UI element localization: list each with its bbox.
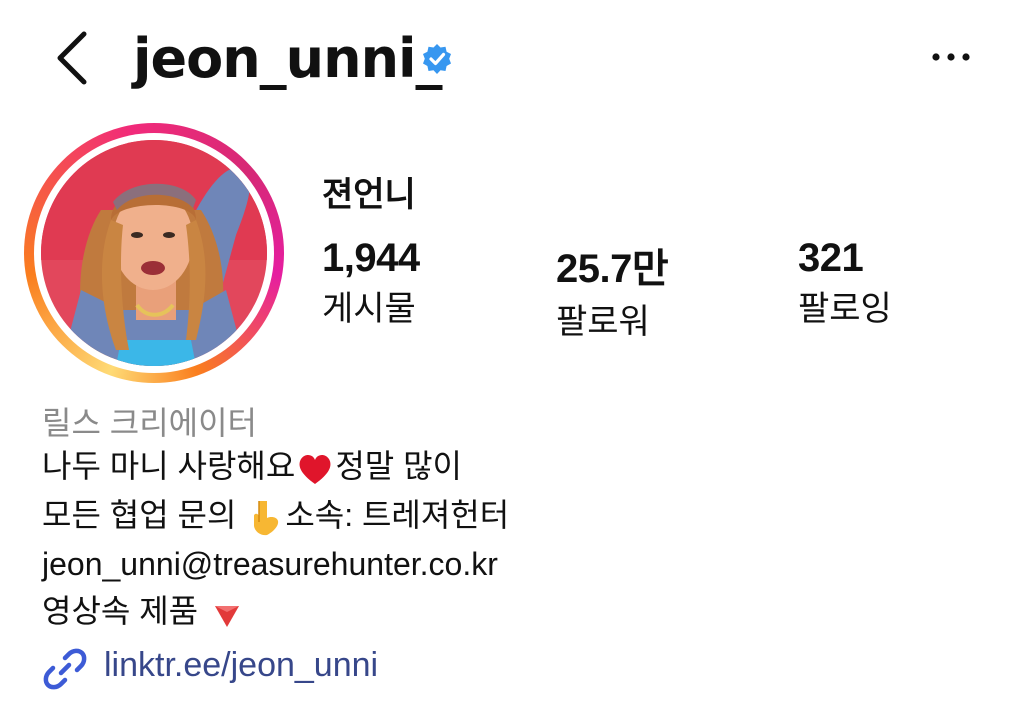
- profile-link[interactable]: linktr.ee/jeon_unni: [104, 646, 378, 685]
- bio-text: 나두 마니 사랑해요: [42, 448, 296, 484]
- stat-posts[interactable]: 1,944 게시물: [322, 236, 420, 330]
- profile-display-name: 젼언니: [322, 176, 416, 214]
- bio-text: 영상속 제품: [42, 593, 199, 629]
- verified-badge-icon: [420, 42, 454, 76]
- avatar-story-ring[interactable]: [24, 123, 284, 383]
- stat-following-label: 팔로잉: [798, 290, 892, 328]
- profile-category: 릴스 크리에이터: [42, 405, 257, 441]
- profile-username: jeon_unni_: [133, 27, 443, 90]
- bio-text: 모든 협업 문의: [42, 497, 237, 533]
- chevron-left-icon: [57, 31, 87, 85]
- more-horizontal-icon: [932, 53, 970, 61]
- heart-emoji: [295, 449, 335, 489]
- stat-following[interactable]: 321 팔로잉: [798, 236, 892, 330]
- avatar[interactable]: [41, 140, 267, 366]
- bio-line: 나두 마니 사랑해요 정말 많이: [42, 444, 462, 489]
- stat-following-count: 321: [798, 236, 864, 280]
- stat-followers-label: 팔로워: [556, 303, 650, 341]
- back-button[interactable]: [52, 30, 96, 86]
- stat-followers-count: 25.7만: [556, 247, 669, 291]
- pointing-down-emoji: [245, 498, 285, 538]
- bio-line: 모든 협업 문의 소속: 트레져헌터: [42, 493, 509, 538]
- stat-posts-count: 1,944: [322, 236, 420, 280]
- stat-posts-label: 게시물: [322, 290, 416, 328]
- more-options-button[interactable]: [928, 42, 974, 72]
- link-icon[interactable]: [42, 646, 88, 692]
- bio-text: 정말 많이: [335, 448, 462, 484]
- bio-line: 영상속 제품: [42, 589, 247, 634]
- bio-email[interactable]: jeon_unni@treasurehunter.co.kr: [42, 542, 498, 586]
- stat-followers[interactable]: 25.7만 팔로워: [556, 236, 669, 343]
- red-triangle-down-emoji: [207, 594, 247, 634]
- bio-text: 소속: 트레져헌터: [285, 497, 510, 533]
